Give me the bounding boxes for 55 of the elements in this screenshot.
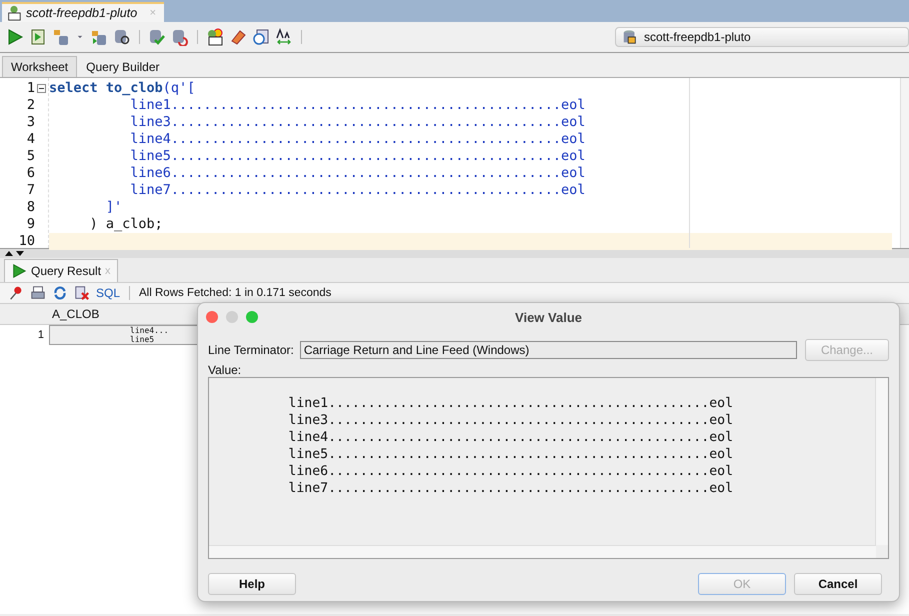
commit-icon[interactable] — [148, 28, 166, 46]
run-icon[interactable] — [6, 28, 24, 46]
run-script-icon[interactable] — [29, 28, 47, 46]
field-label: Value: — [208, 363, 242, 377]
dialog-button[interactable]: Cancel — [794, 573, 882, 595]
line-number: 10 — [18, 233, 35, 249]
splitter-arrows-icon[interactable] — [4, 250, 26, 257]
history-clock-icon[interactable] — [252, 28, 270, 46]
dialog-button[interactable]: Help — [208, 573, 296, 595]
line-number: 4 — [26, 131, 35, 147]
line-number: 1 — [26, 80, 35, 96]
code-line: ]' — [104, 199, 122, 215]
line-number: 7 — [26, 182, 35, 198]
line-number: 6 — [26, 165, 35, 181]
code-line: line5................................................eol — [129, 148, 586, 164]
editor-tab[interactable]: Query Builder — [77, 56, 169, 77]
delete-icon[interactable] — [74, 285, 90, 301]
file-tab[interactable]: scott-freepdb1-pluto × — [2, 2, 164, 22]
scrollbar[interactable] — [900, 78, 909, 248]
line-number: 2 — [26, 97, 35, 113]
eraser-icon[interactable] — [229, 28, 247, 46]
table-cell[interactable]: line4... line5 — [49, 325, 199, 345]
code-line: line7................................................eol — [129, 182, 586, 198]
connection-dropdown[interactable]: scott-freepdb1-pluto — [615, 27, 909, 47]
code-line: line6................................................eol — [129, 165, 586, 181]
database-icon[interactable] — [622, 29, 638, 45]
database-tree-icon[interactable] — [52, 28, 70, 46]
column-header[interactable]: A_CLOB — [50, 304, 102, 324]
row-number: 1 — [36, 328, 45, 343]
field-label: Line Terminator: — [208, 343, 294, 357]
code-line: select to_clob(q'[ — [49, 80, 196, 96]
explain-plan-icon[interactable] — [90, 28, 108, 46]
code-line: line4................................................eol — [129, 131, 586, 147]
line-number: 5 — [26, 148, 35, 164]
status-text: All Rows Fetched: 1 in 0.171 seconds — [139, 287, 332, 299]
code-line: line3................................................eol — [129, 114, 586, 130]
close-light[interactable] — [206, 311, 218, 323]
value-text-area[interactable]: line1................................................eol line3................................................eol line4................................................eol line5................................................eol line6................................................eol line7................................................eol — [208, 377, 889, 559]
dialog-title: View Value — [515, 310, 582, 324]
line-terminator-field[interactable]: Carriage Return and Line Feed (Windows) — [300, 341, 797, 359]
query-result-tab[interactable]: Query Result x — [4, 259, 118, 282]
rollback-icon[interactable] — [171, 28, 189, 46]
fold-icon[interactable] — [37, 84, 46, 93]
run-icon[interactable] — [11, 263, 27, 279]
code-line: ) a_clob; — [88, 216, 163, 232]
line-number: 3 — [26, 114, 35, 130]
sql-link[interactable]: SQL — [96, 286, 120, 300]
line-number: 8 — [26, 199, 35, 215]
print-icon[interactable] — [30, 285, 46, 301]
code-line: line1................................................eol — [129, 97, 586, 113]
pin-icon[interactable] — [8, 285, 24, 301]
refresh-icon[interactable] — [52, 285, 68, 301]
line-number: 9 — [26, 216, 35, 232]
editor-tab[interactable]: Worksheet — [2, 56, 78, 77]
sql-worksheet-icon[interactable] — [206, 28, 224, 46]
